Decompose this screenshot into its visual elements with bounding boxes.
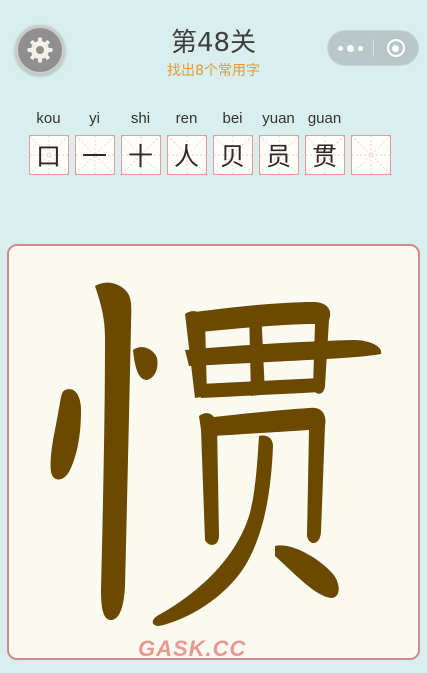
word-box: 十 — [120, 135, 161, 175]
stroke-bei-right-dot — [275, 545, 339, 598]
stroke-radical-right-dot — [133, 347, 158, 380]
word-box: 口 — [28, 135, 69, 175]
word-pinyin: yi — [89, 110, 100, 127]
word-slot[interactable]: guan 贯 — [304, 108, 345, 175]
word-box: 一 — [74, 135, 115, 175]
word-slot-empty[interactable] — [350, 108, 391, 175]
close-button[interactable] — [374, 39, 418, 57]
word-box: 贝 — [212, 135, 253, 175]
word-box — [350, 135, 391, 175]
word-character: 贝 — [219, 142, 245, 171]
miniprogram-capsule — [327, 30, 419, 66]
word-character: 十 — [127, 142, 153, 171]
word-character: 一 — [81, 142, 107, 171]
found-words-row: kou 口 yi 一 shi 十 ren 人 bei 贝 yuan 员 guan… — [28, 108, 391, 175]
word-pinyin: bei — [222, 110, 243, 127]
word-slot[interactable]: shi 十 — [120, 108, 161, 175]
stroke-radical-vertical — [95, 282, 132, 620]
word-slot[interactable]: kou 口 — [28, 108, 69, 175]
word-slot[interactable]: yuan 员 — [258, 108, 299, 175]
more-dots-icon — [338, 45, 343, 51]
word-character: 口 — [35, 142, 61, 171]
character-board[interactable]: 惯 — [7, 244, 420, 660]
word-box: 人 — [166, 135, 207, 175]
word-pinyin: kou — [36, 110, 61, 127]
word-pinyin: guan — [307, 110, 342, 127]
word-slot[interactable]: bei 贝 — [212, 108, 253, 175]
more-button[interactable] — [328, 44, 373, 52]
word-pinyin: ren — [175, 110, 198, 127]
word-character: 贯 — [311, 142, 337, 171]
word-box: 员 — [258, 135, 299, 175]
stroke-top-cross — [185, 340, 382, 366]
stroke-radical-left-dot — [50, 389, 81, 480]
word-character: 人 — [173, 142, 199, 171]
watermark: GASK.CC — [138, 636, 247, 661]
main-character-glyph: 惯 — [50, 282, 382, 626]
word-slot[interactable]: yi 一 — [74, 108, 115, 175]
word-box: 贯 — [304, 135, 345, 175]
tianzige-grid-icon — [351, 136, 390, 174]
word-character: 员 — [265, 142, 291, 171]
stroke-top-bottom — [199, 378, 321, 398]
word-pinyin: shi — [130, 110, 151, 127]
word-pinyin: yuan — [262, 110, 295, 127]
word-slot[interactable]: ren 人 — [166, 108, 207, 175]
close-target-icon — [386, 39, 405, 57]
